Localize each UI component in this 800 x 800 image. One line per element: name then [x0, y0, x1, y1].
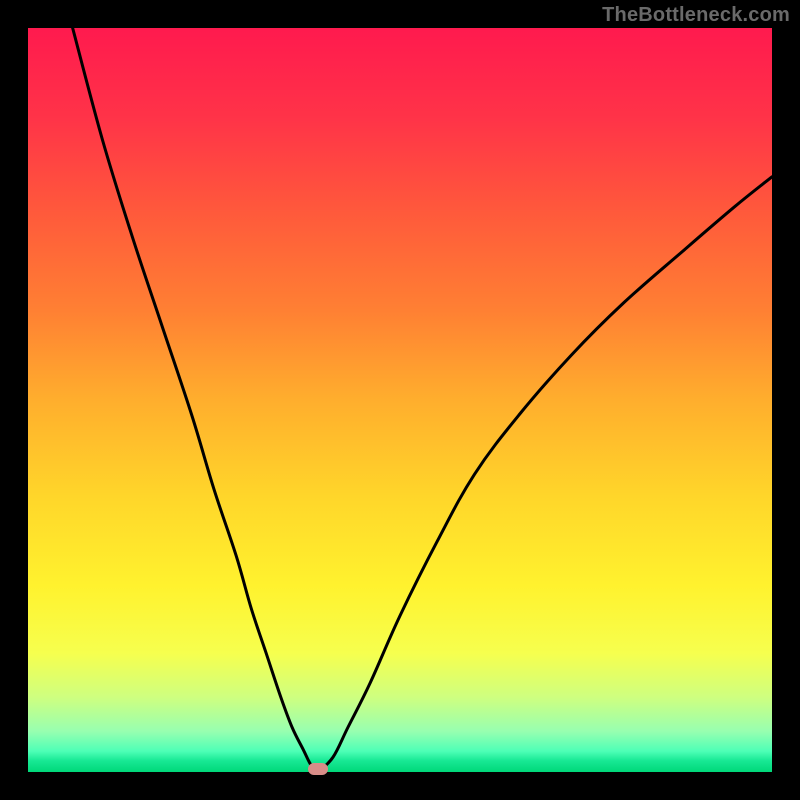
- minimum-marker: [308, 763, 328, 775]
- watermark-text: TheBottleneck.com: [602, 4, 790, 27]
- plot-area: [28, 28, 772, 772]
- chart-frame: TheBottleneck.com: [0, 0, 800, 800]
- bottleneck-curve: [28, 28, 772, 772]
